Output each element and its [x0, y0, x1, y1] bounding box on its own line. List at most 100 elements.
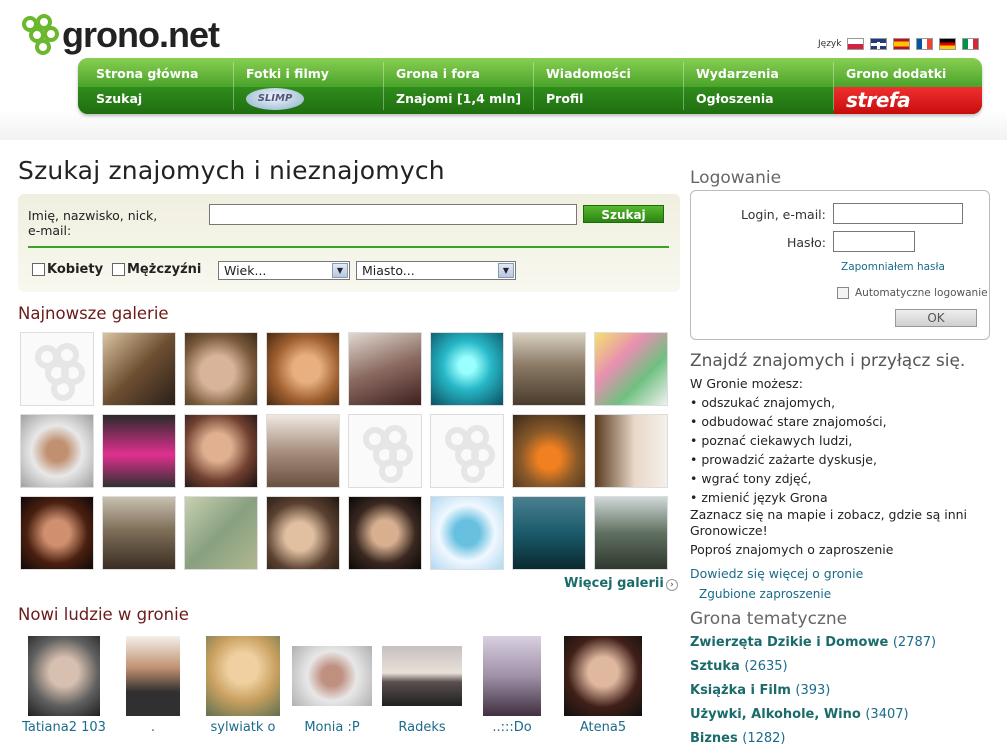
gallery-thumb[interactable] — [512, 414, 586, 488]
nav-groups[interactable]: Grona i fora — [396, 66, 480, 81]
password-label: Hasło: — [787, 235, 826, 250]
en-flag-icon[interactable] — [870, 38, 888, 50]
avatar[interactable] — [382, 646, 462, 706]
search-title: Szukaj znajomych i nieznajomych — [18, 156, 445, 185]
gallery-thumb[interactable] — [184, 414, 258, 488]
gallery-thumb[interactable] — [102, 414, 176, 488]
grape-logo-icon — [22, 14, 59, 55]
gallery-thumb[interactable] — [348, 332, 422, 406]
gallery-placeholder-icon[interactable] — [20, 332, 94, 406]
more-galleries-link[interactable]: Więcej galerii › — [564, 576, 678, 591]
forgot-password-link[interactable]: Zapomniałem hasła — [841, 261, 945, 273]
name-search-input[interactable] — [209, 204, 577, 225]
person-name[interactable]: Atena5 — [562, 720, 644, 735]
info-bullet: • poznać ciekawych ludzi, — [690, 433, 853, 448]
language-label: Język — [818, 39, 842, 49]
name-label: Imię, nazwisko, nick, e-mail: — [28, 208, 158, 238]
gallery-thumb[interactable] — [184, 332, 258, 406]
avatar[interactable] — [564, 636, 642, 716]
checkbox-icon[interactable] — [112, 263, 125, 276]
gallery-thumb[interactable] — [266, 496, 340, 570]
gallery-thumb[interactable] — [184, 496, 258, 570]
avatar[interactable] — [206, 636, 280, 716]
nav-photos[interactable]: Fotki i filmy — [246, 66, 329, 81]
nav-friends[interactable]: Znajomi [1,4 mln] — [396, 91, 521, 106]
search-button[interactable]: Szukaj — [583, 205, 664, 223]
nav-addons[interactable]: Grono dodatki — [846, 66, 946, 81]
group-link[interactable]: Używki, Alkohole, Wino (3407) — [690, 707, 909, 722]
info-bullet: • wgrać tony zdjęć, — [690, 471, 812, 486]
gallery-thumb[interactable] — [430, 496, 504, 570]
nav-search[interactable]: Szukaj — [96, 91, 142, 106]
invite-text: Poproś znajomych o zaproszenie — [690, 542, 894, 557]
nav-ads[interactable]: Ogłoszenia — [696, 91, 774, 106]
fr-flag-icon[interactable] — [916, 38, 934, 50]
gallery-thumb[interactable] — [430, 332, 504, 406]
person-name[interactable]: ..:::Do — [478, 720, 546, 735]
gallery-placeholder-icon[interactable] — [430, 414, 504, 488]
gallery-thumb[interactable] — [102, 496, 176, 570]
person-name[interactable]: . — [122, 720, 184, 735]
site-name: grono.net — [62, 14, 220, 55]
gallery-grid — [20, 332, 672, 574]
group-link[interactable]: Sztuka (2635) — [690, 659, 788, 674]
gallery-thumb[interactable] — [594, 414, 668, 488]
person-name[interactable]: Radeks — [382, 720, 462, 735]
es-flag-icon[interactable] — [893, 38, 911, 50]
login-panel: Login, e-mail: Hasło: Zapomniałem hasła … — [690, 190, 990, 340]
group-link[interactable]: Zwierzęta Dzikie i Domowe (2787) — [690, 635, 936, 650]
gallery-thumb[interactable] — [20, 414, 94, 488]
nav-home[interactable]: Strona główna — [96, 66, 198, 81]
gallery-placeholder-icon[interactable] — [348, 414, 422, 488]
group-link[interactable]: Książka i Film (393) — [690, 683, 830, 698]
chevron-down-icon[interactable]: ▼ — [332, 263, 348, 278]
group-link[interactable]: Biznes (1282) — [690, 731, 786, 746]
checkbox-icon[interactable] — [837, 287, 849, 299]
avatar[interactable] — [28, 636, 100, 716]
person-name[interactable]: Monia :P — [292, 720, 372, 735]
gallery-thumb[interactable] — [594, 496, 668, 570]
gallery-thumb[interactable] — [266, 332, 340, 406]
language-selector: Język — [818, 38, 980, 50]
gallery-thumb[interactable] — [102, 332, 176, 406]
galleries-title: Najnowsze galerie — [18, 304, 169, 323]
gallery-thumb[interactable] — [512, 332, 586, 406]
avatar[interactable] — [126, 636, 180, 716]
login-input[interactable] — [833, 203, 963, 224]
divider — [28, 246, 669, 248]
nav-profile[interactable]: Profil — [546, 91, 583, 106]
it-flag-icon[interactable] — [962, 38, 980, 50]
gallery-thumb[interactable] — [594, 332, 668, 406]
info-bullet: • prowadzić zażarte dyskusje, — [690, 452, 877, 467]
checkbox-icon[interactable] — [32, 263, 45, 276]
login-title: Logowanie — [690, 168, 782, 188]
learn-more-link[interactable]: Dowiedz się więcej o gronie — [690, 564, 863, 583]
login-ok-button[interactable]: OK — [895, 309, 977, 327]
search-panel: Imię, nazwisko, nick, e-mail: Szukaj Kob… — [18, 194, 680, 292]
auto-login-checkbox[interactable]: Automatyczne logowanie — [837, 287, 988, 299]
city-select[interactable]: Miasto... ▼ — [356, 261, 516, 280]
male-checkbox[interactable]: Mężczyźni — [112, 262, 201, 277]
gallery-thumb[interactable] — [266, 414, 340, 488]
female-checkbox[interactable]: Kobiety — [32, 262, 103, 277]
gallery-thumb[interactable] — [512, 496, 586, 570]
avatar[interactable] — [292, 646, 372, 706]
password-input[interactable] — [833, 231, 915, 252]
info-intro: W Gronie możesz: — [690, 376, 803, 391]
chevron-down-icon[interactable]: ▼ — [498, 263, 514, 278]
lost-invitation-link[interactable]: Zgubione zaproszenie — [699, 585, 831, 604]
person-name[interactable]: sylwiatk o — [200, 720, 286, 735]
gallery-thumb[interactable] — [348, 496, 422, 570]
age-select[interactable]: Wiek... ▼ — [218, 261, 350, 280]
gallery-thumb[interactable] — [20, 496, 94, 570]
slimp-logo[interactable]: SLIMP — [246, 88, 304, 110]
info-title: Znajdź znajomych i przyłącz się. — [690, 351, 966, 371]
avatar[interactable] — [483, 636, 541, 716]
grono-logo[interactable]: grono.net — [20, 12, 220, 58]
person-name[interactable]: Tatiana2 103 — [18, 720, 110, 735]
de-flag-icon[interactable] — [939, 38, 957, 50]
nav-messages[interactable]: Wiadomości — [546, 66, 631, 81]
pl-flag-icon[interactable] — [847, 38, 865, 50]
nav-events[interactable]: Wydarzenia — [696, 66, 779, 81]
strefa-logo[interactable]: strefa — [834, 87, 982, 114]
